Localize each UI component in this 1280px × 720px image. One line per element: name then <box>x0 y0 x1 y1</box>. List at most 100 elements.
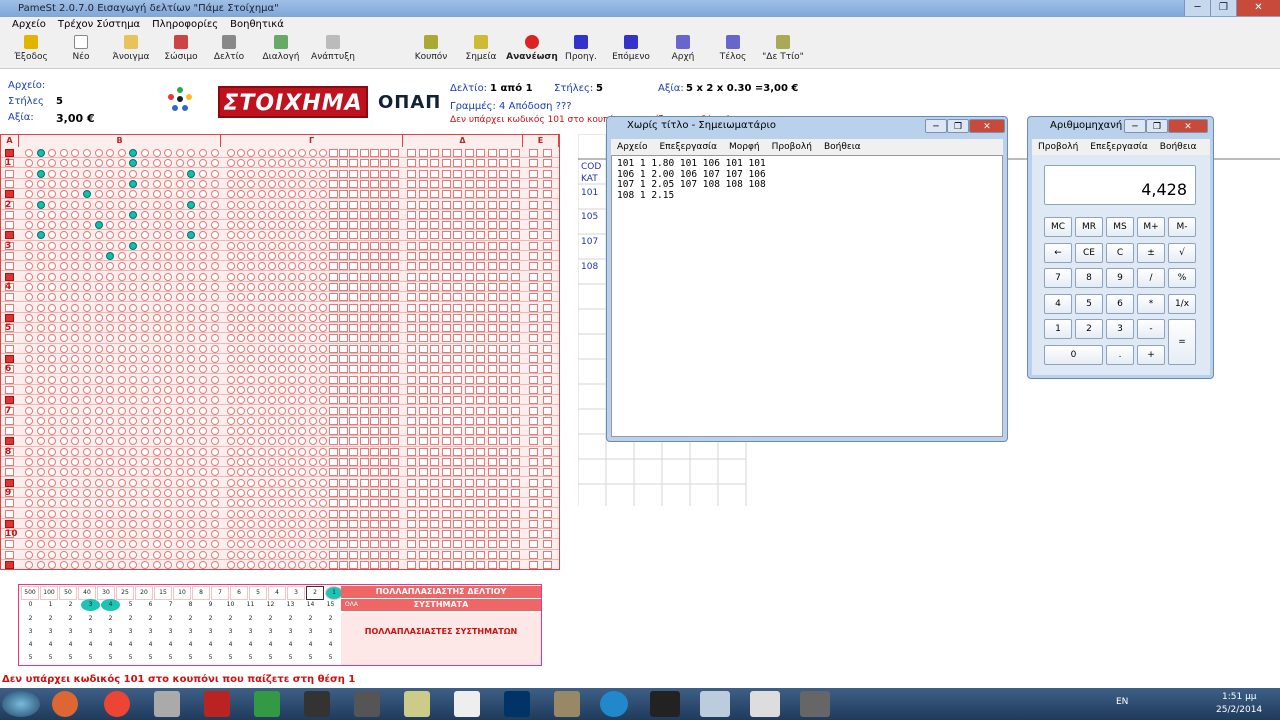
pick-box[interactable] <box>499 190 508 199</box>
pick-bubble[interactable] <box>318 313 327 322</box>
pick-bubble[interactable] <box>152 519 161 528</box>
pick-bubble[interactable] <box>227 334 235 343</box>
pick-box[interactable] <box>529 530 538 539</box>
pick-bubble[interactable] <box>308 427 317 436</box>
pick-box[interactable] <box>499 416 508 425</box>
pick-bubble[interactable] <box>117 179 126 188</box>
pick-bubble[interactable] <box>267 509 276 518</box>
pick-bubble[interactable] <box>359 375 369 384</box>
pick-box[interactable] <box>543 416 552 425</box>
pick-box[interactable] <box>430 468 439 477</box>
pick-box[interactable] <box>529 416 538 425</box>
pick-bubble[interactable] <box>36 519 45 528</box>
pick-box[interactable] <box>441 406 451 415</box>
row-checkbox[interactable] <box>5 169 14 178</box>
pick-bubble[interactable] <box>359 458 369 466</box>
pick-bubble[interactable] <box>298 447 307 456</box>
pick-box[interactable] <box>464 406 474 415</box>
pick-bubble[interactable] <box>141 561 149 569</box>
pick-bubble[interactable] <box>48 190 57 199</box>
pick-bubble[interactable] <box>164 241 173 250</box>
pick-bubble[interactable] <box>175 159 184 168</box>
pick-bubble[interactable] <box>199 488 207 497</box>
pick-bubble[interactable] <box>71 231 80 240</box>
pick-bubble[interactable] <box>298 478 307 487</box>
pick-bubble[interactable] <box>237 385 246 394</box>
pick-bubble[interactable] <box>36 179 45 188</box>
pick-bubble[interactable] <box>83 262 91 271</box>
pick-box[interactable] <box>430 190 439 199</box>
pick-bubble[interactable] <box>298 210 307 219</box>
pick-bubble[interactable] <box>298 221 307 230</box>
pick-box[interactable] <box>418 427 428 436</box>
pick-bubble[interactable] <box>106 519 115 528</box>
row-checkbox[interactable] <box>5 221 14 230</box>
pick-bubble[interactable] <box>59 303 68 312</box>
pick-bubble[interactable] <box>267 252 276 260</box>
pick-box[interactable] <box>476 478 485 487</box>
pick-box[interactable] <box>510 262 520 271</box>
pick-bubble[interactable] <box>71 282 80 291</box>
sheet-row[interactable] <box>1 344 559 354</box>
pick-box[interactable] <box>529 406 538 415</box>
pick-box[interactable] <box>464 447 474 456</box>
pick-bubble[interactable] <box>380 200 389 209</box>
pick-bubble[interactable] <box>152 416 161 425</box>
pick-bubble[interactable] <box>329 530 338 539</box>
pick-bubble[interactable] <box>164 303 173 312</box>
pick-bubble[interactable] <box>329 179 338 188</box>
pick-bubble[interactable] <box>359 499 369 508</box>
pick-bubble[interactable] <box>187 334 196 343</box>
pick-bubble[interactable] <box>187 416 196 425</box>
pick-bubble[interactable] <box>339 293 349 302</box>
pick-bubble[interactable] <box>25 427 33 436</box>
pick-box[interactable] <box>430 355 439 363</box>
pick-bubble[interactable] <box>369 540 379 549</box>
pick-box[interactable] <box>476 365 485 374</box>
pick-bubble[interactable] <box>380 190 389 199</box>
pick-box[interactable] <box>487 355 497 363</box>
pick-box[interactable] <box>407 385 416 394</box>
pick-bubble[interactable] <box>298 262 307 271</box>
pick-bubble[interactable] <box>106 437 115 446</box>
pick-box[interactable] <box>430 519 439 528</box>
pick-bubble[interactable] <box>288 252 297 260</box>
pick-bubble[interactable] <box>59 406 68 415</box>
pick-bubble[interactable] <box>106 561 115 569</box>
pick-bubble[interactable] <box>175 344 184 353</box>
row-checkbox[interactable] <box>5 550 14 559</box>
pick-bubble[interactable] <box>318 190 327 199</box>
pick-bubble[interactable] <box>129 210 138 219</box>
row-checkbox[interactable] <box>5 385 14 394</box>
pick-bubble[interactable] <box>117 478 126 487</box>
pick-bubble[interactable] <box>106 221 115 230</box>
pick-bubble[interactable] <box>247 396 256 405</box>
pick-bubble[interactable] <box>359 540 369 549</box>
system-multiplier-option[interactable]: 3 <box>181 626 200 638</box>
pick-bubble[interactable] <box>106 385 115 394</box>
pick-bubble[interactable] <box>94 550 103 559</box>
pick-bubble[interactable] <box>199 231 207 240</box>
row-checkbox[interactable] <box>5 334 14 343</box>
pick-bubble[interactable] <box>308 437 317 446</box>
pick-bubble[interactable] <box>94 416 103 425</box>
pick-bubble[interactable] <box>106 416 115 425</box>
pick-bubble[interactable] <box>36 385 45 394</box>
pick-box[interactable] <box>487 540 497 549</box>
pick-bubble[interactable] <box>175 530 184 539</box>
pick-bubble[interactable] <box>257 447 266 456</box>
pick-box[interactable] <box>529 365 538 374</box>
pick-bubble[interactable] <box>25 190 33 199</box>
pick-bubble[interactable] <box>288 190 297 199</box>
pick-bubble[interactable] <box>129 241 138 250</box>
pick-bubble[interactable] <box>83 159 91 168</box>
pick-bubble[interactable] <box>210 293 219 302</box>
pick-bubble[interactable] <box>227 179 235 188</box>
pick-bubble[interactable] <box>164 344 173 353</box>
pick-bubble[interactable] <box>308 200 317 209</box>
pick-box[interactable] <box>543 530 552 539</box>
pick-box[interactable] <box>543 396 552 405</box>
calc-close-button[interactable]: ✕ <box>1168 119 1208 133</box>
pick-box[interactable] <box>441 344 451 353</box>
pick-bubble[interactable] <box>318 499 327 508</box>
